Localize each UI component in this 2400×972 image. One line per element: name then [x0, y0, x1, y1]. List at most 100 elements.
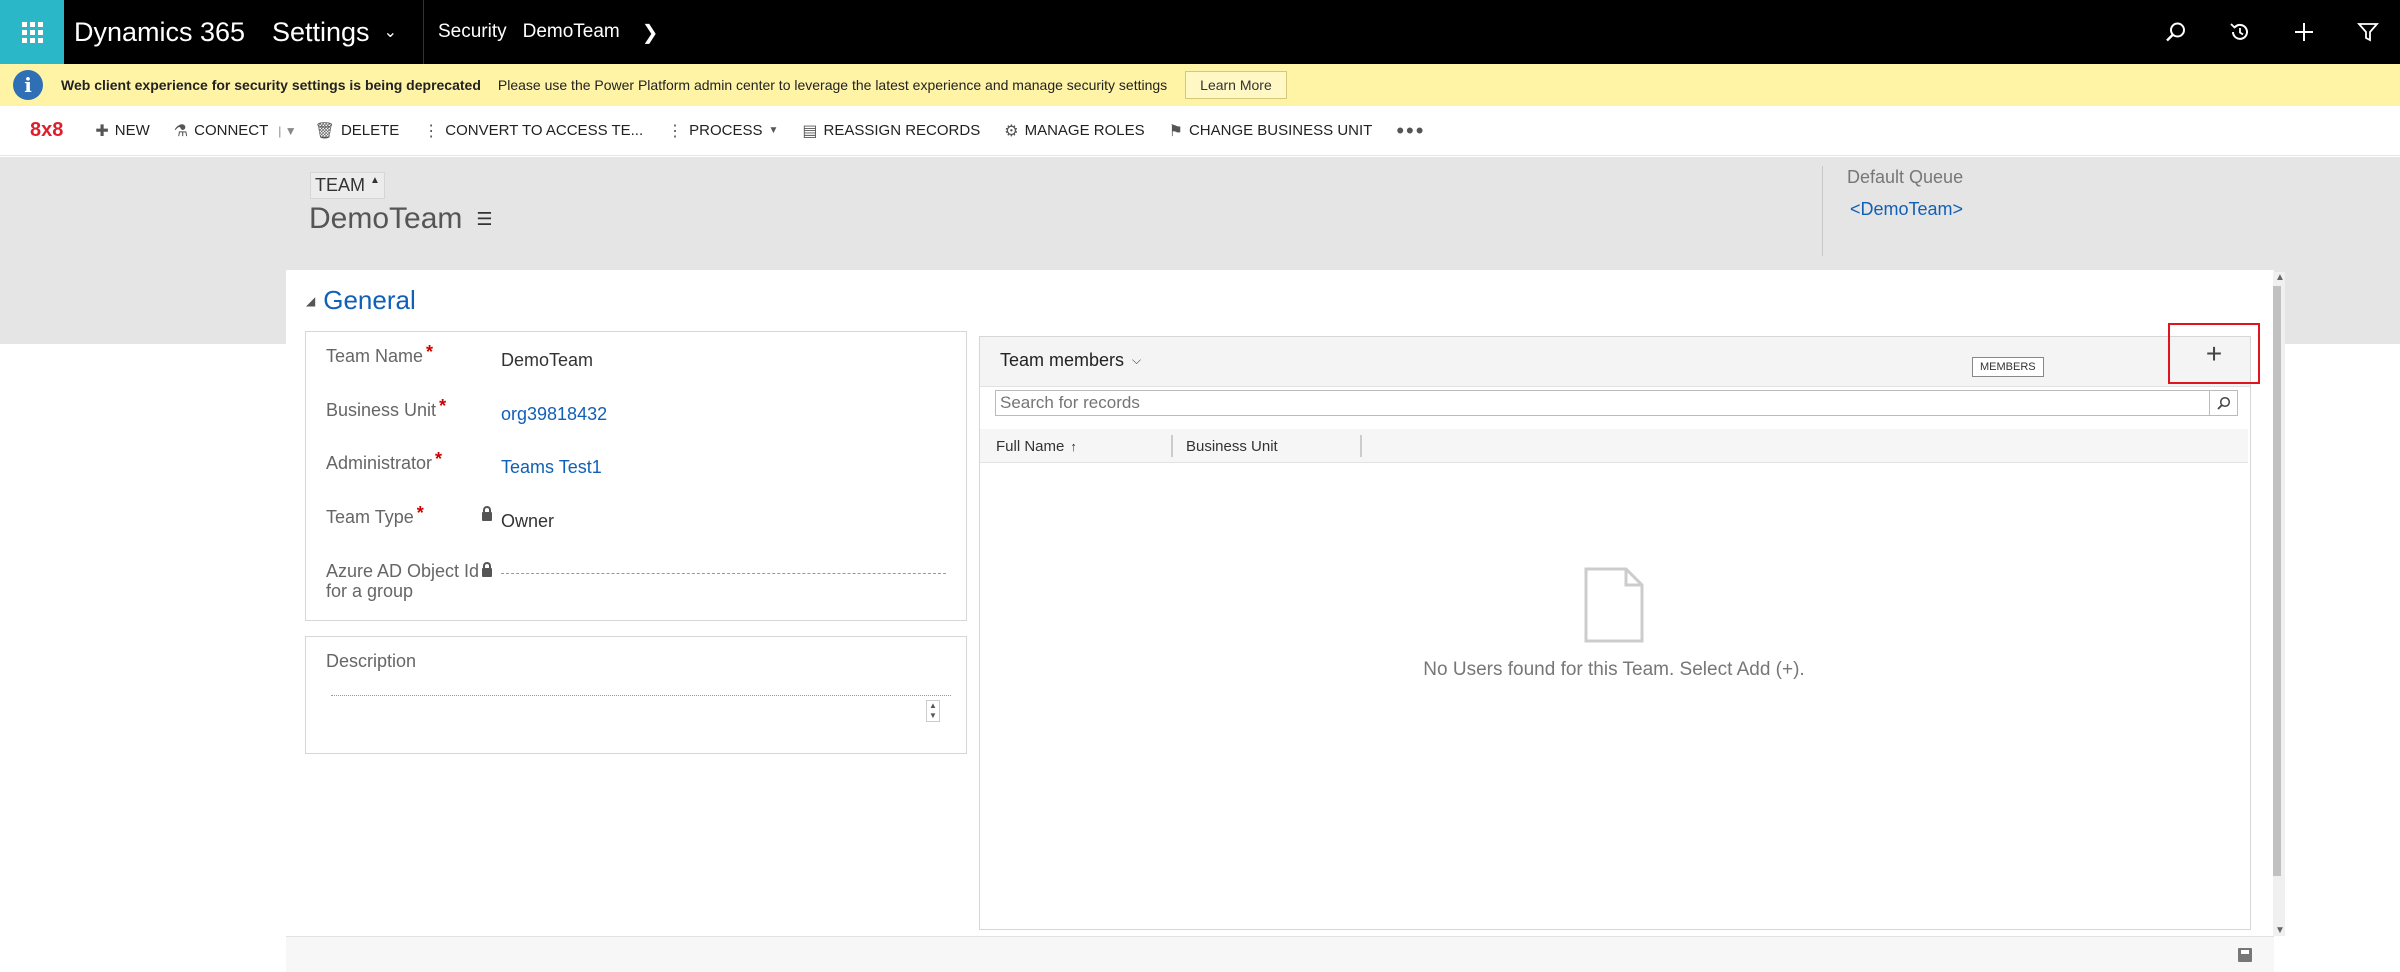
- subgrid-view-selector[interactable]: Team members ⌵: [1000, 350, 1141, 371]
- more-commands-icon[interactable]: •••: [1384, 118, 1437, 144]
- area-switcher[interactable]: Settings ⌄: [272, 17, 397, 48]
- waffle-icon: [21, 21, 43, 43]
- connect-label: CONNECT: [194, 122, 269, 139]
- chevron-down-icon: ⌵: [1132, 353, 1142, 367]
- learn-more-button[interactable]: Learn More: [1185, 71, 1287, 99]
- new-button[interactable]: ✚ NEW: [83, 106, 161, 156]
- form-scrollbar[interactable]: ▲ ▼: [2273, 272, 2285, 936]
- breadcrumb-security[interactable]: Security: [438, 21, 507, 43]
- chevron-right-icon[interactable]: ❯: [642, 20, 659, 45]
- scroll-down-icon[interactable]: ▼: [2275, 925, 2285, 936]
- delete-button[interactable]: 🗑 DELETE: [303, 106, 412, 156]
- column-header-row: Full Name ↑ Business Unit: [980, 429, 2248, 463]
- connect-dropdown-icon[interactable]: | ▼: [272, 124, 302, 138]
- business-unit-link[interactable]: org39818432: [501, 404, 607, 425]
- default-queue-link[interactable]: <DemoTeam>: [1850, 199, 1963, 220]
- form-footer: [286, 936, 2274, 972]
- save-icon[interactable]: [2238, 948, 2252, 962]
- collapse-triangle-icon: ◢: [306, 293, 316, 308]
- section-title: General: [323, 285, 416, 315]
- search-input[interactable]: [996, 391, 2210, 415]
- chevron-down-icon: ⌄: [383, 24, 397, 41]
- caret-down-icon: ▲: [370, 175, 380, 186]
- team-type-value: Owner: [501, 511, 555, 531]
- command-bar: 8x8 ✚ NEW ⚗ CONNECT | ▼ 🗑 DELETE ⋮ CONVE…: [0, 106, 2400, 156]
- description-field[interactable]: [331, 695, 951, 696]
- reassign-icon: ▤: [802, 122, 818, 140]
- column-business-unit[interactable]: Business Unit: [1186, 438, 1278, 455]
- app-name[interactable]: Dynamics 365: [74, 17, 264, 48]
- scroll-up-icon[interactable]: ▲: [2275, 272, 2285, 283]
- nav-actions: [2144, 0, 2400, 64]
- azure-ad-label: Azure AD Object Id for a group: [326, 561, 480, 601]
- required-marker: *: [435, 449, 443, 469]
- process-button[interactable]: ⋮ PROCESS ▼: [655, 106, 790, 156]
- search-icon[interactable]: [2209, 391, 2237, 415]
- info-icon: i: [13, 70, 43, 100]
- plus-icon: ✚: [95, 122, 109, 140]
- banner-message: Please use the Power Platform admin cent…: [497, 77, 1168, 93]
- convert-icon: ⋮: [423, 122, 440, 140]
- business-unit-icon: ⚑: [1168, 122, 1183, 140]
- area-label: Settings: [272, 16, 370, 47]
- connect-button[interactable]: ⚗ CONNECT: [162, 106, 273, 156]
- reassign-records-button[interactable]: ▤ REASSIGN RECORDS: [790, 106, 992, 156]
- delete-label: DELETE: [340, 122, 400, 139]
- administrator-label: Administrator *: [326, 449, 443, 473]
- administrator-link[interactable]: Teams Test1: [501, 457, 602, 478]
- manage-roles-button[interactable]: ⚙ MANAGE ROLES: [992, 106, 1156, 156]
- deprecation-banner: i Web client experience for security set…: [0, 64, 2400, 106]
- column-resizer[interactable]: [1360, 435, 1362, 457]
- subgrid-search: [995, 390, 2238, 416]
- process-dropdown-icon: ▼: [768, 125, 779, 136]
- column-full-name[interactable]: Full Name ↑: [996, 438, 1077, 455]
- azure-ad-object-id-field: [501, 573, 946, 574]
- subgrid-title: Team members: [1000, 350, 1125, 370]
- description-scroll-icon[interactable]: ▲ ▼: [926, 700, 940, 722]
- lock-icon: [482, 562, 492, 579]
- description-box: Description ▲ ▼: [305, 636, 967, 754]
- record-menu-icon[interactable]: ☰: [476, 209, 492, 230]
- empty-state-message: No Users found for this Team. Select Add…: [1423, 659, 1805, 680]
- search-icon[interactable]: [2144, 0, 2208, 64]
- banner-title: Web client experience for security setti…: [61, 77, 481, 93]
- history-icon[interactable]: [2208, 0, 2272, 64]
- required-marker: *: [416, 503, 424, 523]
- breadcrumb: Security DemoTeam ❯: [438, 20, 659, 45]
- sort-ascending-icon: ↑: [1070, 439, 1077, 454]
- default-queue-label: Default Queue: [1847, 167, 1964, 187]
- 8x8-logo[interactable]: 8x8: [30, 119, 63, 142]
- subgrid-header: Team members ⌵ MEMBERS +: [980, 323, 2260, 387]
- column-business-unit-label: Business Unit: [1186, 438, 1278, 455]
- breadcrumb-record[interactable]: DemoTeam: [523, 21, 620, 43]
- record-title: DemoTeam ☰: [309, 202, 493, 236]
- header-divider: [1822, 166, 1823, 256]
- app-launcher-button[interactable]: [0, 0, 64, 64]
- column-resizer[interactable]: [1171, 435, 1173, 457]
- add-icon[interactable]: [2272, 0, 2336, 64]
- top-navigation-bar: Dynamics 365 Settings ⌄ Security DemoTea…: [0, 0, 2400, 64]
- team-type-label: Team Type *: [326, 503, 424, 527]
- entity-type-selector[interactable]: TEAM ▲: [310, 172, 385, 199]
- members-tooltip: MEMBERS: [1972, 357, 2044, 377]
- record-name: DemoTeam: [309, 202, 463, 235]
- team-name-label: Team Name *: [326, 342, 434, 366]
- filter-icon[interactable]: [2336, 0, 2400, 64]
- required-marker: *: [439, 396, 447, 416]
- business-unit-label: Business Unit *: [326, 396, 447, 420]
- general-section-toggle[interactable]: ◢ General: [306, 285, 416, 316]
- change-business-unit-button[interactable]: ⚑ CHANGE BUSINESS UNIT: [1157, 106, 1385, 156]
- empty-document-icon: [1584, 567, 1644, 643]
- add-member-button[interactable]: +: [2168, 323, 2260, 384]
- scroll-thumb[interactable]: [2273, 286, 2281, 876]
- process-label: PROCESS: [689, 122, 763, 139]
- trash-icon: 🗑: [314, 122, 335, 140]
- convert-to-access-team-button[interactable]: ⋮ CONVERT TO ACCESS TE...: [411, 106, 655, 156]
- connect-icon: ⚗: [173, 122, 189, 140]
- required-marker: *: [426, 342, 434, 362]
- roles-icon: ⚙: [1004, 122, 1019, 140]
- team-name-field[interactable]: DemoTeam: [501, 350, 593, 371]
- manage-roles-label: MANAGE ROLES: [1024, 122, 1145, 139]
- general-fields-box: Team Name * DemoTeam Business Unit * org39…: [305, 331, 967, 621]
- column-full-name-label: Full Name: [996, 438, 1065, 455]
